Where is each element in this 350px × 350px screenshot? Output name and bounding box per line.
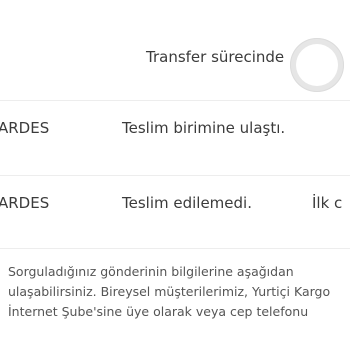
row-divider <box>0 248 350 249</box>
shipment-tracking-page: Transfer sürecinde ARDES Teslim birimine… <box>0 0 350 350</box>
tracking-status-text: Teslim birimine ulaştı. <box>122 119 286 137</box>
row-divider <box>0 100 350 101</box>
info-line: ulaşabilirsiniz. Bireysel müşterilerimiz… <box>8 284 331 299</box>
info-line: İnternet Şube'sine üye olarak veya cep t… <box>8 304 309 319</box>
tracking-status-text: Transfer sürecinde <box>146 48 285 66</box>
tracking-status-text: Teslim edilemedi. <box>122 194 252 212</box>
row-divider <box>0 175 350 176</box>
bottom-fade <box>0 336 350 350</box>
tracking-note-text: İlk c <box>312 194 343 212</box>
info-paragraph: Sorguladığınız gönderinin bilgilerine aş… <box>8 262 346 322</box>
tracking-branch-text: ARDES <box>0 194 50 212</box>
info-line: Sorguladığınız gönderinin bilgilerine aş… <box>8 264 294 279</box>
tracking-branch-text: ARDES <box>0 119 50 137</box>
status-progress-circle <box>290 38 344 92</box>
